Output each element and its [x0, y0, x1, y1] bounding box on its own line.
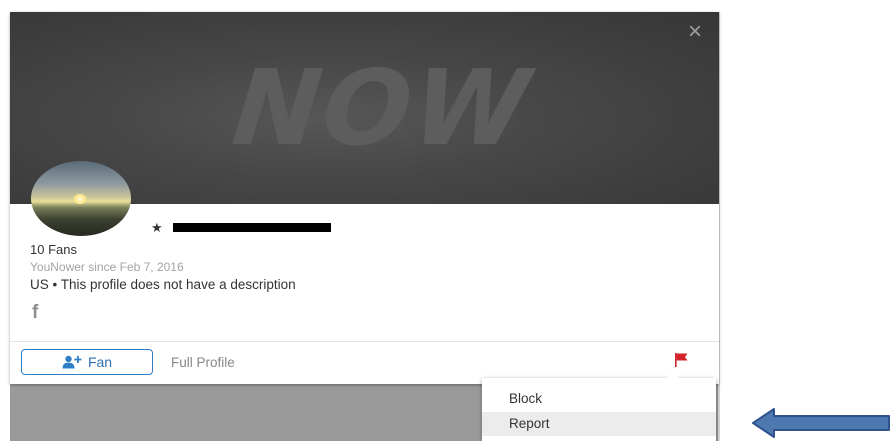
menu-item-block[interactable]: Block: [482, 387, 716, 411]
divider: [10, 341, 719, 342]
close-icon[interactable]: ×: [685, 20, 705, 44]
fans-count: 10 Fans: [30, 242, 77, 257]
pointer-arrow-icon: [752, 408, 890, 438]
add-user-icon: [62, 355, 82, 369]
facebook-icon[interactable]: f: [32, 302, 38, 324]
flag-icon[interactable]: [672, 351, 692, 369]
fan-button[interactable]: Fan: [21, 349, 153, 375]
fan-button-label: Fan: [87, 354, 113, 370]
menu-caret: [667, 372, 679, 378]
banner-watermark: NOW: [227, 47, 537, 169]
avatar-sun: [73, 194, 87, 204]
member-since: YouNower since Feb 7, 2016: [30, 260, 184, 274]
avatar[interactable]: [31, 161, 131, 236]
full-profile-link[interactable]: Full Profile: [171, 355, 235, 370]
star-icon: ★: [151, 220, 163, 235]
menu-item-report[interactable]: Report: [482, 412, 716, 436]
report-menu: Block Report: [482, 372, 716, 441]
redacted-username: [173, 223, 331, 232]
profile-description: US • This profile does not have a descri…: [30, 277, 296, 292]
profile-card: NOW × ★ 10 Fans YouNower since Feb 7, 20…: [10, 12, 719, 384]
